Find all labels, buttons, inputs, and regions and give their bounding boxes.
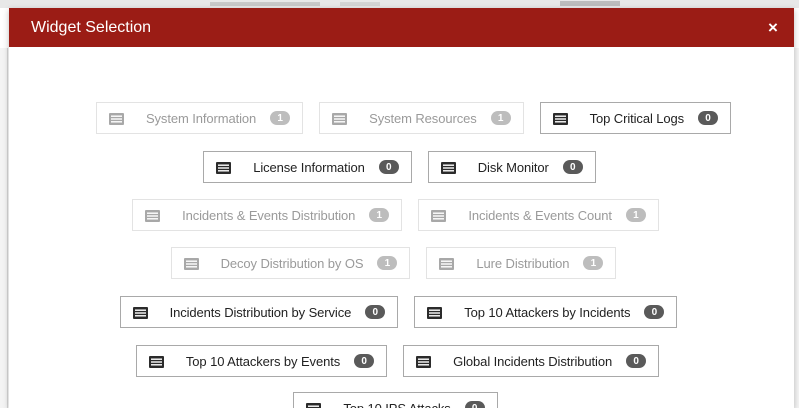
background-toolbar-strip <box>0 0 799 8</box>
table-icon <box>183 257 199 270</box>
table-icon <box>416 355 432 368</box>
widget-count-badge: 0 <box>698 111 719 125</box>
widget-button-disk-monitor[interactable]: Disk Monitor 0 <box>427 151 596 183</box>
widget-count-badge: 1 <box>583 256 604 270</box>
table-icon <box>427 306 443 319</box>
widget-label: License Information <box>253 159 365 175</box>
widget-button-license-information[interactable]: License Information 0 <box>203 151 412 183</box>
widget-button-global-incidents-distribution[interactable]: Global Incidents Distribution 0 <box>403 345 660 377</box>
widget-row: System Information 1 System Resources 1 Top … <box>21 102 794 134</box>
widget-label: System Information <box>145 110 257 126</box>
widget-button-top-10-ips-attacks[interactable]: Top 10 IPS Attacks 0 <box>293 392 498 408</box>
widget-button-top-10-attackers-by-events[interactable]: Top 10 Attackers by Events 0 <box>135 345 388 377</box>
table-icon <box>332 112 348 125</box>
widget-button-lure-distribution[interactable]: Lure Distribution 1 <box>426 247 617 279</box>
table-icon <box>440 161 456 174</box>
table-icon <box>132 306 148 319</box>
widget-selection-modal: Widget Selection × System Information 1 Sy… <box>9 8 794 408</box>
widget-count-badge: 1 <box>270 111 291 125</box>
widget-count-badge: 1 <box>377 256 398 270</box>
widget-row: Decoy Distribution by OS 1 Lure Distributi… <box>9 247 786 279</box>
modal-header: Widget Selection × <box>9 8 794 47</box>
close-icon[interactable]: × <box>764 18 782 37</box>
modal-title: Widget Selection <box>31 18 152 36</box>
widget-label: Decoy Distribution by OS <box>220 255 364 271</box>
widget-label: System Resources <box>369 110 477 126</box>
widget-count-badge: 1 <box>625 208 646 222</box>
widget-button-top-critical-logs[interactable]: Top Critical Logs 0 <box>539 102 732 134</box>
widget-button-system-resources[interactable]: System Resources 1 <box>319 102 524 134</box>
table-icon <box>431 209 447 222</box>
widget-count-badge: 0 <box>354 354 375 368</box>
table-icon <box>439 257 455 270</box>
widget-button-top-10-attackers-by-incidents[interactable]: Top 10 Attackers by Incidents 0 <box>414 296 678 328</box>
widget-row: Top 10 Attackers by Events 0 Global Incide… <box>9 345 790 377</box>
widget-count-badge: 0 <box>626 354 647 368</box>
widget-label: Top 10 IPS Attacks <box>343 400 451 408</box>
widget-row: Top 10 IPS Attacks 0 <box>9 392 788 408</box>
table-icon <box>306 402 322 408</box>
table-icon <box>148 355 164 368</box>
widget-label: Incidents & Events Distribution <box>182 207 356 223</box>
widget-count-badge: 0 <box>378 160 399 174</box>
widget-button-incidents-distribution-by-service[interactable]: Incidents Distribution by Service 0 <box>119 296 399 328</box>
widget-count-badge: 1 <box>490 111 511 125</box>
widget-row: Incidents Distribution by Service 0 Top 10… <box>9 296 791 328</box>
widget-label: Incidents & Events Count <box>468 207 612 223</box>
table-icon <box>552 112 568 125</box>
widget-count-badge: 0 <box>365 305 386 319</box>
table-icon <box>145 209 161 222</box>
table-icon <box>216 161 232 174</box>
background-strip-segment <box>340 2 380 6</box>
background-strip-segment <box>560 1 620 6</box>
widget-label: Incidents Distribution by Service <box>169 304 352 320</box>
widget-label: Lure Distribution <box>476 255 570 271</box>
widget-row: Incidents & Events Distribution 1 Incident… <box>9 199 788 231</box>
widget-button-incidents-and-events-count[interactable]: Incidents & Events Count 1 <box>418 199 659 231</box>
widget-button-system-information[interactable]: System Information 1 <box>95 102 304 134</box>
widget-list: System Information 1 System Resources 1 Top … <box>9 47 794 408</box>
widget-label: Disk Monitor <box>477 159 549 175</box>
widget-count-badge: 0 <box>464 401 485 408</box>
widget-button-incidents-and-events-distribution[interactable]: Incidents & Events Distribution 1 <box>132 199 403 231</box>
background-panel-left <box>0 48 8 408</box>
widget-label: Global Incidents Distribution <box>453 353 613 369</box>
widget-button-decoy-distribution-by-os[interactable]: Decoy Distribution by OS 1 <box>170 247 411 279</box>
widget-count-badge: 1 <box>369 208 390 222</box>
background-strip-segment <box>210 2 320 6</box>
widget-count-badge: 0 <box>644 305 665 319</box>
widget-count-badge: 0 <box>562 160 583 174</box>
widget-label: Top Critical Logs <box>589 110 685 126</box>
table-icon <box>108 112 124 125</box>
widget-label: Top 10 Attackers by Incidents <box>464 304 631 320</box>
widget-row: License Information 0 Disk Monitor 0 <box>9 151 792 183</box>
widget-label: Top 10 Attackers by Events <box>185 353 341 369</box>
